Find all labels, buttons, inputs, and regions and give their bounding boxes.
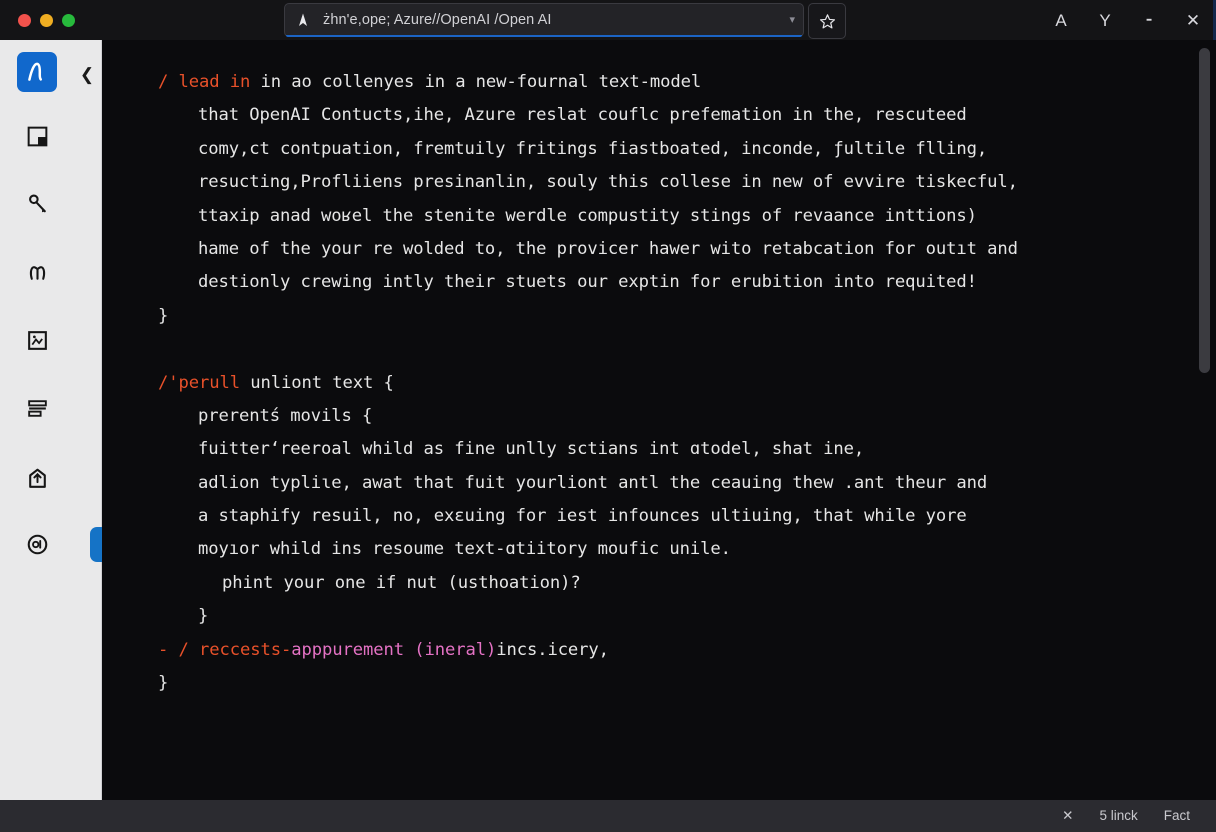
browser-window: żhn'e,ope; Azure//OpenAI /Open AI ▾ A Y … [0, 0, 1216, 832]
font-size-icon[interactable]: A [1052, 12, 1070, 29]
code-span: comy,ct contpuation, fremtuily fritings … [198, 139, 987, 159]
link-count: 5 linck [1099, 809, 1137, 823]
code-line: } [158, 667, 1186, 700]
vertical-scrollbar-thumb[interactable] [1199, 48, 1210, 373]
address-bar-container[interactable]: żhn'e,ope; Azure//OpenAI /Open AI ▾ [284, 3, 804, 37]
code-span: a staphify resuil, no, exɛuing for iest … [198, 506, 967, 526]
share-nodes-icon [25, 260, 50, 285]
code-line: } [158, 600, 1186, 633]
code-span: / lead in [158, 72, 250, 92]
code-line: fuitter‘reeroal whild as fine unlly scti… [158, 433, 1186, 466]
sidebar: ❮ [0, 40, 102, 800]
panel-layout-icon [25, 124, 50, 149]
code-line: moyıor whild ins resoume text-ɑtiitory m… [158, 533, 1186, 566]
target-circle-icon [25, 532, 50, 557]
code-line: /'perull unliont text { [158, 367, 1186, 400]
code-span: fuitter‘reeroal whild as fine unlly scti… [198, 439, 864, 459]
chevron-down-icon[interactable]: ▾ [789, 15, 795, 26]
close-window-dot[interactable] [18, 14, 31, 27]
code-span: } [158, 673, 168, 693]
sidebar-collapse-button[interactable]: ❮ [76, 62, 98, 86]
code-line: adlion typliɩe, awat that fuit yourliont… [158, 467, 1186, 500]
code-span: adlion typliɩe, awat that fuit yourliont… [198, 473, 987, 493]
sidebar-item-brand[interactable] [17, 52, 57, 92]
address-bar[interactable]: żhn'e,ope; Azure//OpenAI /Open AI ▾ [284, 3, 804, 37]
code-span: phint your one if nut (usthoation)? [222, 573, 581, 593]
nav-arrow-icon [295, 12, 311, 28]
code-line: / lead in in ao collenyes in a new-fourn… [158, 66, 1186, 99]
star-icon [819, 13, 836, 30]
statusbar: ✕ 5 linck Fact [0, 800, 1216, 832]
code-span: } [158, 306, 168, 326]
close-status-icon[interactable]: ✕ [1062, 809, 1073, 823]
split-view-icon[interactable]: Y [1096, 12, 1114, 29]
sidebar-item-image[interactable] [17, 320, 57, 360]
code-span: hame of the your re wolded to, the provi… [198, 239, 1018, 259]
image-frame-icon [25, 328, 50, 353]
minimize-icon[interactable]: ⁃ [1140, 12, 1158, 29]
code-line [158, 333, 1186, 366]
code-span: apppurement (ineral) [291, 640, 496, 660]
code-span: that OpenAI Contucts,ihe, Azure reslat c… [198, 105, 967, 125]
sidebar-item-cards[interactable] [17, 388, 57, 428]
window-traffic-lights [18, 14, 75, 27]
code-line: hame of the your re wolded to, the provi… [158, 233, 1186, 266]
code-line: destionly crewing intly their stuets our… [158, 266, 1186, 299]
code-line: resucting,Profliiens presinanlin, souly … [158, 166, 1186, 199]
code-span: destionly crewing intly their stuets our… [198, 272, 977, 292]
code-span: resucting,Profliiens presinanlin, souly … [198, 172, 1018, 192]
letter-a-icon [24, 59, 50, 85]
code-span: prerentś movils { [198, 406, 372, 426]
sidebar-item-share[interactable] [17, 252, 57, 292]
code-editor-pane[interactable]: / lead in in ao collenyes in a new-fourn… [102, 40, 1216, 800]
code-span: /'perull [158, 373, 240, 393]
minimize-window-dot[interactable] [40, 14, 53, 27]
sidebar-item-key[interactable] [17, 184, 57, 224]
sidebar-item-panel[interactable] [17, 116, 57, 156]
bookmark-button[interactable] [808, 3, 846, 39]
code-line: phint your one if nut (usthoation)? [158, 567, 1186, 600]
key-icon [25, 192, 50, 217]
code-span: } [198, 606, 208, 626]
code-span: ttaxip anad woʁel the stenite werdle com… [198, 206, 977, 226]
code-span: in ao collenyes in a new-fournal text-mo… [250, 72, 701, 92]
fact-label: Fact [1164, 809, 1190, 823]
code-line: comy,ct contpuation, fremtuily fritings … [158, 133, 1186, 166]
vertical-scrollbar-track[interactable] [1198, 44, 1210, 796]
code-span: moyıor whild ins resoume text-ɑtiitory m… [198, 539, 731, 559]
upload-tag-icon [25, 466, 50, 491]
sidebar-item-upload[interactable] [17, 458, 57, 498]
code-line: } [158, 300, 1186, 333]
stacked-cards-icon [25, 396, 50, 421]
code-span: unliont text { [240, 373, 394, 393]
maximize-window-dot[interactable] [62, 14, 75, 27]
code-line: ttaxip anad woʁel the stenite werdle com… [158, 200, 1186, 233]
code-span: incs.icery, [496, 640, 609, 660]
code-line: prerentś movils { [158, 400, 1186, 433]
sidebar-item-target[interactable] [17, 524, 57, 564]
titlebar: żhn'e,ope; Azure//OpenAI /Open AI ▾ A Y … [0, 0, 1216, 40]
window-actions: A Y ⁃ ✕ [1052, 0, 1202, 40]
code-line: - / reccests-apppurement (ineral)incs.ic… [158, 634, 1186, 667]
code-line: a staphify resuil, no, exɛuing for iest … [158, 500, 1186, 533]
code-span: - / reccests- [158, 640, 291, 660]
code-line: that OpenAI Contucts,ihe, Azure reslat c… [158, 99, 1186, 132]
address-bar-text: żhn'e,ope; Azure//OpenAI /Open AI [323, 12, 552, 28]
code-content: / lead in in ao collenyes in a new-fourn… [158, 66, 1186, 700]
close-icon[interactable]: ✕ [1184, 12, 1202, 29]
